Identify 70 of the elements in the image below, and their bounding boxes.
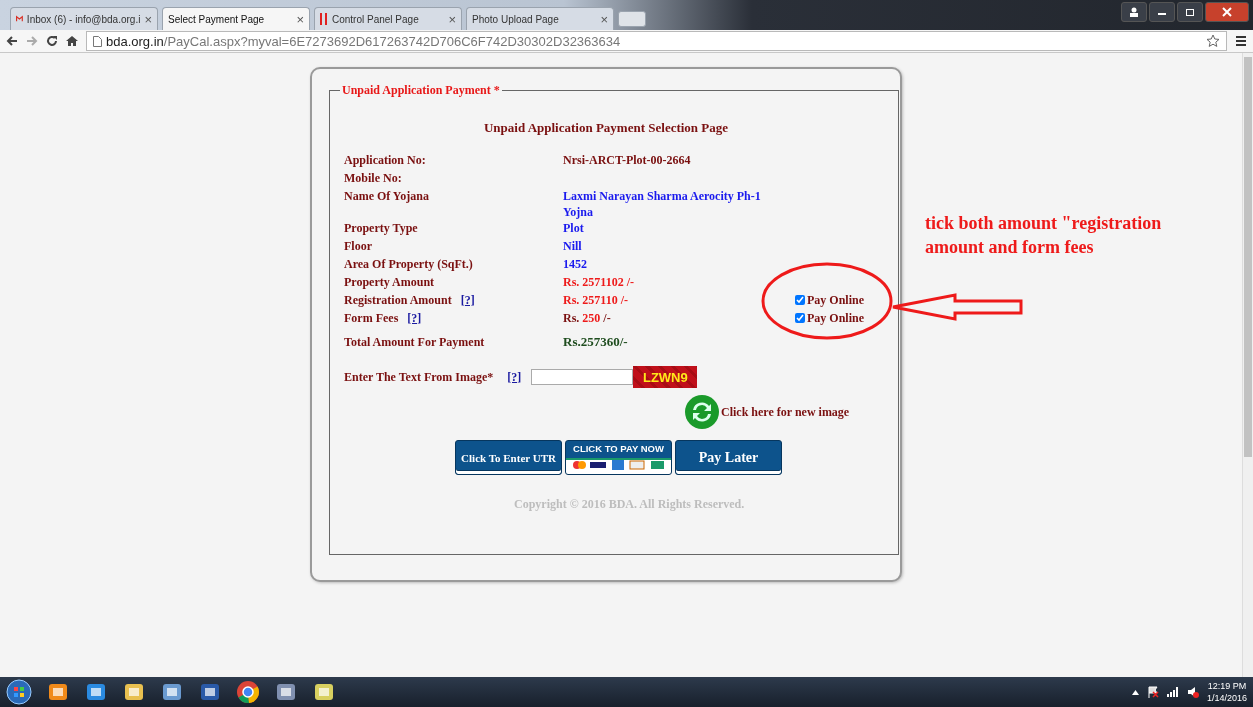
enter-utr-button[interactable]: Click To Enter UTR (455, 440, 562, 475)
field-value: Plot (563, 221, 584, 235)
pay-later-button[interactable]: Pay Later (675, 440, 782, 475)
help-link[interactable]: [?] (460, 292, 475, 308)
field-label: Area Of Property (SqFt.) (344, 256, 473, 272)
browser-tab[interactable]: Control Panel Page × (314, 7, 462, 30)
page-icon (93, 35, 102, 47)
captcha-image: LZWN9 (633, 366, 698, 388)
field-value: Rs.257360/- (563, 334, 628, 349)
field-label: Floor (344, 238, 372, 254)
tray-caret-icon[interactable] (1131, 689, 1139, 695)
close-icon[interactable]: × (600, 11, 608, 27)
field-label: Total Amount For Payment (344, 334, 485, 350)
scrollbar-thumb[interactable] (1244, 57, 1252, 457)
new-image-link[interactable]: Click here for new image (721, 404, 850, 420)
close-icon[interactable]: × (144, 11, 152, 27)
maximize-icon (1185, 7, 1195, 17)
close-icon[interactable]: × (448, 11, 456, 27)
minimize-button[interactable] (1149, 2, 1175, 22)
browser-tab[interactable]: Inbox (6) - info@bda.org.i × (10, 7, 158, 30)
field-label: Property Amount (344, 274, 435, 290)
field-value: Rs. 257110 /- (563, 293, 628, 307)
checkbox-label[interactable]: Pay Online (807, 292, 864, 308)
checkbox[interactable] (795, 313, 805, 323)
field-value: Rs. 2571102 /- (563, 275, 634, 289)
field-value: Nill (563, 239, 582, 253)
card-logos-icon (571, 459, 666, 470)
reload-icon[interactable] (46, 35, 58, 47)
user-icon (1129, 7, 1139, 17)
annotation-text: tick both amount "registration amount and form fees (925, 212, 1163, 259)
browser-tab[interactable]: Photo Upload Page × (466, 7, 614, 30)
user-button[interactable] (1121, 2, 1147, 22)
field-label: Form Fees (344, 310, 399, 326)
refresh-icon[interactable] (684, 394, 720, 430)
start-button[interactable] (6, 679, 32, 705)
flag-icon[interactable] (1146, 686, 1159, 698)
maximize-button[interactable] (1177, 2, 1203, 22)
close-icon (1222, 7, 1232, 17)
back-icon[interactable] (6, 35, 18, 47)
field-label: Enter The Text From Image* (344, 369, 494, 385)
address-field[interactable]: bda.org.in/PayCal.aspx?myval=6E7273692D617263742D706C6F742D30302D32363634 (86, 31, 1227, 51)
captcha-input[interactable] (531, 369, 634, 385)
fieldset-legend: Unpaid Application Payment * (340, 83, 502, 98)
pay-now-button[interactable]: CLICK TO PAY NOW (565, 440, 672, 475)
help-link[interactable]: [?] (507, 369, 522, 385)
mail-icon (16, 14, 23, 24)
field-label: Registration Amount (344, 292, 452, 308)
page-heading: Unpaid Application Payment Selection Page (482, 120, 730, 136)
field-value: Rs. 250 /- (563, 311, 611, 325)
chrome-icon[interactable] (236, 680, 260, 704)
close-icon[interactable]: × (296, 11, 304, 27)
checkbox-label[interactable]: Pay Online (807, 310, 864, 326)
home-icon[interactable] (66, 35, 78, 47)
bars-icon (320, 13, 328, 25)
star-icon[interactable] (1206, 34, 1220, 48)
close-button[interactable] (1205, 2, 1249, 22)
help-link[interactable]: [?] (407, 310, 422, 326)
speaker-icon[interactable] (1186, 686, 1199, 698)
menu-icon[interactable] (1235, 35, 1247, 47)
field-value: Laxmi Narayan Sharma Aerocity Ph-1 Yojna (563, 189, 761, 219)
clock[interactable]: 12:19 PM 1/14/2016 (1206, 680, 1247, 704)
browser-tab[interactable]: Select Payment Page × (162, 7, 310, 30)
checkbox[interactable] (795, 295, 805, 305)
field-label: Application No: (344, 152, 426, 168)
field-label: Property Type (344, 220, 418, 236)
field-label: Name Of Yojana (344, 188, 429, 204)
signal-icon[interactable] (1166, 687, 1179, 697)
field-label: Mobile No: (344, 170, 402, 186)
field-value: Nrsi-ARCT-Plot-00-2664 (563, 153, 691, 167)
field-value: 1452 (563, 257, 587, 271)
